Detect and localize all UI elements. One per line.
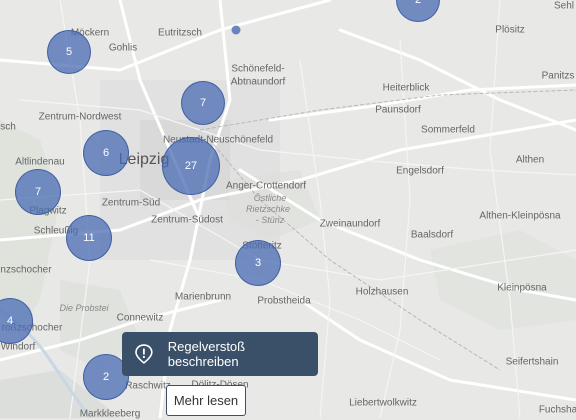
place-label: Heiterblick — [382, 82, 430, 94]
place-label: Fuchsha — [538, 404, 576, 416]
place-label: Zentrum-Nordwest — [38, 111, 122, 123]
place-label: Liebertwolkwitz — [349, 397, 417, 409]
place-label: Plösitz — [495, 24, 525, 36]
cluster-marker[interactable]: 5 — [47, 30, 91, 74]
read-more-button[interactable]: Mehr lesen — [166, 385, 246, 416]
place-label: Zentrum-Südost — [151, 214, 223, 226]
place-label: Probstheida — [257, 295, 311, 307]
place-label: Abtnaundorf — [230, 76, 286, 88]
report-violation-button[interactable]: Regelverstoß beschreiben — [122, 332, 318, 376]
place-label: Paunsdorf — [375, 104, 421, 116]
place-label: sch — [0, 121, 16, 133]
place-label: Sommerfeld — [421, 124, 475, 136]
place-label: Marienbrunn — [174, 291, 232, 303]
place-label: Connewitz — [116, 312, 164, 324]
place-label: Eutritzsch — [158, 27, 202, 39]
place-label: Gohlis — [108, 42, 138, 54]
place-label: - Stünz — [255, 215, 285, 225]
place-label: Zweinaundorf — [319, 218, 381, 230]
place-label: Schönefeld- — [231, 63, 285, 75]
place-label: Althen-Kleinpösna — [479, 210, 561, 222]
place-label: Rietzschke — [245, 204, 291, 214]
cluster-marker[interactable]: 3 — [235, 240, 281, 286]
place-label: nzschocher — [0, 264, 52, 276]
cluster-marker[interactable]: 7 — [181, 81, 225, 125]
place-label: Die Probstei — [59, 303, 109, 313]
place-label: Altlindenau — [15, 156, 65, 168]
place-label: Althen — [515, 154, 545, 166]
alert-pin-icon — [135, 344, 153, 364]
place-label: Anger-Crottendorf — [225, 180, 307, 192]
place-label: Baalsdorf — [410, 229, 454, 241]
place-label: Östliche — [253, 193, 287, 203]
place-label: Panitzs — [541, 70, 575, 82]
single-marker[interactable] — [231, 25, 241, 35]
cluster-marker[interactable]: 6 — [83, 130, 129, 176]
place-label: Zentrum-Süd — [101, 197, 161, 209]
place-label: Engelsdorf — [396, 165, 444, 177]
cluster-marker[interactable]: 11 — [66, 215, 112, 261]
place-label: Kleinpösna — [497, 282, 547, 294]
place-label: Sehl — [553, 0, 575, 12]
place-label: Seifertshain — [505, 356, 559, 368]
cluster-marker[interactable]: 7 — [15, 169, 61, 215]
report-button-label: Regelverstoß beschreiben — [167, 339, 246, 369]
place-label: Holzhausen — [355, 286, 409, 298]
place-label: Raschwitz — [125, 380, 171, 392]
cluster-marker[interactable]: 27 — [162, 137, 220, 195]
